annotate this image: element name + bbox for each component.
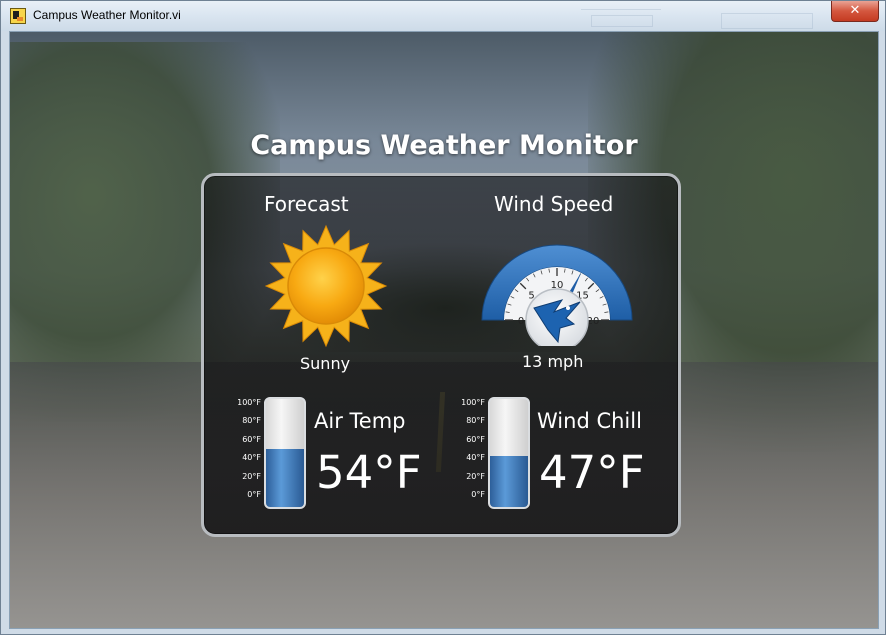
- title-bar[interactable]: Campus Weather Monitor.vi ✕: [1, 1, 885, 31]
- air-temp-label: Air Temp: [314, 409, 406, 433]
- wind-speed-label: Wind Speed: [494, 192, 614, 216]
- background-window-ghost: [571, 1, 821, 31]
- forecast-label: Forecast: [264, 192, 349, 216]
- close-button[interactable]: ✕: [831, 1, 879, 22]
- wind-speed-gauge: 0 5 10 15 20: [478, 228, 636, 352]
- scale-tick-label: 20°F: [242, 471, 261, 481]
- air-temp-fill: [266, 448, 304, 507]
- air-temp-scale: 100°F 80°F 60°F 40°F 20°F 0°F: [231, 397, 261, 509]
- scale-tick-label: 80°F: [466, 416, 485, 426]
- window-title: Campus Weather Monitor.vi: [33, 8, 181, 22]
- air-temp-thermometer: [264, 397, 306, 509]
- front-panel: Campus Weather Monitor Forecast Wind Spe…: [9, 31, 879, 629]
- wind-chill-scale: 100°F 80°F 60°F 40°F 20°F 0°F: [455, 397, 485, 509]
- forecast-condition: Sunny: [300, 354, 351, 373]
- sun-icon: [264, 224, 388, 348]
- labview-app-icon: [10, 8, 26, 24]
- gauge-graphic: 05101520: [481, 244, 633, 352]
- wind-chill-fill: [490, 456, 528, 507]
- page-title: Campus Weather Monitor: [250, 130, 638, 161]
- scale-tick-label: 80°F: [242, 416, 261, 426]
- sun-disc: [287, 247, 365, 325]
- scale-tick-label: 40°F: [242, 453, 261, 463]
- gauge-tick-label: 0: [518, 316, 524, 327]
- wind-chill-label: Wind Chill: [537, 409, 642, 433]
- wind-chill-readout: 47°F: [539, 446, 645, 499]
- eagle-eye: [566, 306, 570, 310]
- weather-panel: Forecast Wind Speed Sunny 0 5 10 15 20 1…: [201, 173, 681, 537]
- scale-tick-label: 60°F: [466, 434, 485, 444]
- scale-tick-label: 0°F: [471, 490, 485, 499]
- scale-tick-label: 0°F: [247, 490, 261, 499]
- scale-tick-label: 100°F: [461, 398, 485, 407]
- scale-tick-label: 20°F: [466, 471, 485, 481]
- wind-speed-readout: 13 mph: [522, 352, 584, 371]
- scale-tick-label: 40°F: [466, 453, 485, 463]
- wind-chill-thermometer: [488, 397, 530, 509]
- sun-icon-graphic: [264, 224, 388, 348]
- scale-tick-label: 60°F: [242, 434, 261, 444]
- app-window: Campus Weather Monitor.vi ✕ Campus Weath…: [0, 0, 886, 635]
- scale-tick-label: 100°F: [237, 398, 261, 407]
- air-temp-readout: 54°F: [316, 446, 422, 499]
